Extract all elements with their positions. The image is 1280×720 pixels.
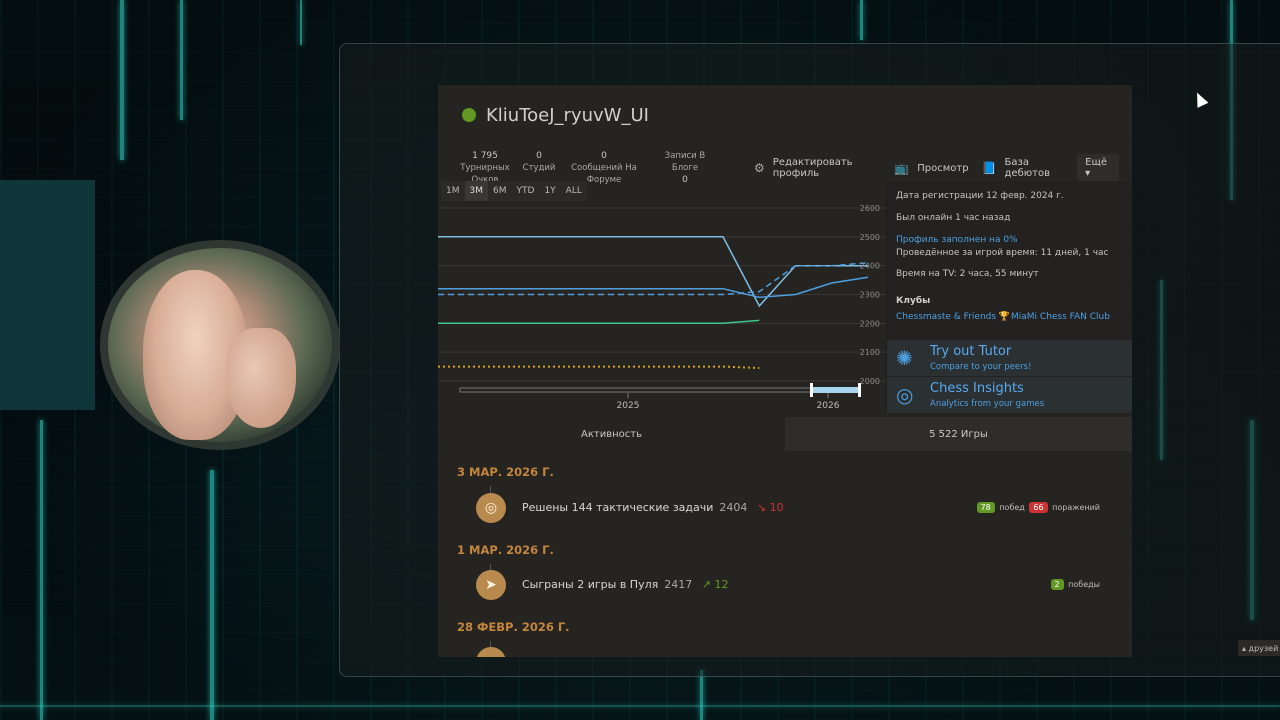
edit-profile-button[interactable]: ⚙ Редактировать профиль: [754, 157, 881, 179]
watch-button[interactable]: 📺 Просмотр: [894, 161, 968, 175]
club-link-2[interactable]: MiaMi Chess FAN Club: [1011, 312, 1110, 322]
tv-time: Время на TV: 2 часа, 55 минут: [896, 269, 1039, 279]
profile-actions: ⚙ Редактировать профиль 📺 Просмотр 📘 Баз…: [754, 154, 1132, 182]
rating-down-icon: ↘ 10: [753, 501, 784, 514]
opening-explorer-button[interactable]: 📘 База дебютов: [982, 157, 1065, 179]
tab-games[interactable]: 5 522 Игры: [785, 417, 1132, 451]
gear-icon: ⚙: [754, 161, 765, 175]
profile-panel: KliuToeJ_ryuvW_UI 1 795 Турнирных Очков 0…: [438, 85, 1132, 657]
octopus-icon: ✺: [896, 346, 913, 370]
y-tick-label: 2600: [860, 204, 880, 213]
y-tick-label: 2300: [860, 291, 880, 300]
chart-navigator-selection[interactable]: [812, 387, 860, 393]
chart-navigator-track[interactable]: [459, 387, 861, 393]
y-tick-label: 2200: [860, 319, 880, 328]
range-1m[interactable]: 1M: [441, 181, 465, 201]
streamer-hand: [226, 328, 296, 428]
y-tick-label: 2400: [860, 262, 880, 271]
feed-entry-results: 2 победы: [1049, 579, 1100, 590]
activity-icon: [476, 647, 506, 657]
online-status-icon: [462, 108, 476, 122]
feed-entry-rating: 2417: [664, 578, 693, 591]
friends-toggle[interactable]: ▴ друзей: [1238, 640, 1280, 656]
y-tick-label: 2000: [860, 377, 880, 386]
tv-icon: 📺: [894, 161, 910, 175]
more-dropdown[interactable]: Ещё ▾: [1077, 154, 1119, 182]
profile-header: KliuToeJ_ryuvW_UI: [438, 85, 1132, 145]
profile-info: Дата регистрации 12 февр. 2024 г. Был он…: [886, 181, 1132, 413]
webcam-overlay: [100, 240, 340, 450]
x-tick-2025: 2025: [617, 401, 640, 411]
rating-chart-svg: 2600 2500 2400 2300 2200 2100 2000 2025 2026: [438, 204, 886, 411]
bullet-icon: ➤: [476, 570, 506, 600]
rating-series-line-4[interactable]: [438, 365, 760, 369]
puzzle-target-icon: ◎: [476, 493, 506, 523]
x-tick-2026: 2026: [817, 401, 840, 411]
insights-title: Chess Insights: [930, 381, 1024, 396]
tab-activity[interactable]: Активность: [438, 417, 785, 451]
target-icon: ◎: [896, 383, 914, 407]
rating-up-icon: ↗ 12: [698, 578, 729, 591]
range-ytd[interactable]: YTD: [512, 181, 540, 201]
feed-date: 28 ФЕВР. 2026 Г.: [457, 620, 570, 634]
tutor-title: Try out Tutor: [930, 344, 1012, 359]
profile-tabs: Активность 5 522 Игры: [438, 417, 1132, 451]
club-link-1[interactable]: Chessmaste & Friends 🏆: [896, 312, 1010, 322]
feed-date: 3 МАР. 2026 Г.: [457, 465, 554, 479]
feed-entry-results: 78 побед 66 поражений: [975, 502, 1100, 513]
chart-navigator-left-handle[interactable]: [810, 383, 813, 397]
range-3m[interactable]: 3M: [464, 181, 488, 201]
insights-subtitle: Analytics from your games: [930, 399, 1045, 409]
registration-date: Дата регистрации 12 февр. 2024 г.: [896, 191, 1064, 201]
feed-entry-puzzles: ◎ Решены 144 тактические задачи 2404 ↘ 10…: [476, 491, 1116, 525]
activity-feed: 3 МАР. 2026 Г. ◎ Решены 144 тактические …: [438, 451, 1132, 657]
feed-entry-partial: [476, 645, 1116, 657]
play-time: Проведённое за игрой время: 11 дней, 1 ч…: [896, 248, 1109, 258]
tutor-subtitle: Compare to your peers!: [930, 362, 1032, 372]
chart-range-selector: 1M 3M 6M YTD 1Y ALL: [441, 181, 587, 201]
username: KliuToeJ_ryuvW_UI: [486, 104, 649, 126]
feed-entry-rating: 2404: [719, 501, 748, 514]
chart-navigator-right-handle[interactable]: [858, 383, 861, 397]
feed-entry-text[interactable]: Решены 144 тактические задачи: [522, 501, 713, 514]
rating-chart: 2600 2500 2400 2300 2200 2100 2000 2025 2026 1…: [438, 181, 886, 413]
rating-series-line-0[interactable]: [438, 236, 868, 308]
rating-series-line-3[interactable]: [438, 319, 760, 325]
feed-entry-bullet: ➤ Сыграны 2 игры в Пуля 2417 ↗ 12 2 побед…: [476, 568, 1116, 602]
y-tick-label: 2100: [860, 348, 880, 357]
book-icon: 📘: [981, 161, 997, 175]
tutor-promo[interactable]: ✺ Try out Tutor Compare to your peers!: [887, 340, 1132, 376]
profile-complete-link[interactable]: Профиль заполнен на 0%: [896, 235, 1018, 245]
clubs-title: Клубы: [896, 296, 931, 306]
last-seen: Был онлайн 1 час назад: [896, 213, 1011, 223]
range-6m[interactable]: 6M: [488, 181, 512, 201]
feed-entry-text[interactable]: Сыграны 2 игры в Пуля: [522, 578, 658, 591]
insights-promo[interactable]: ◎ Chess Insights Analytics from your gam…: [887, 377, 1132, 413]
range-all[interactable]: ALL: [561, 181, 587, 201]
rating-series-line-2[interactable]: [438, 262, 869, 296]
range-1y[interactable]: 1Y: [539, 181, 560, 201]
feed-date: 1 МАР. 2026 Г.: [457, 543, 554, 557]
y-tick-label: 2500: [860, 233, 880, 242]
